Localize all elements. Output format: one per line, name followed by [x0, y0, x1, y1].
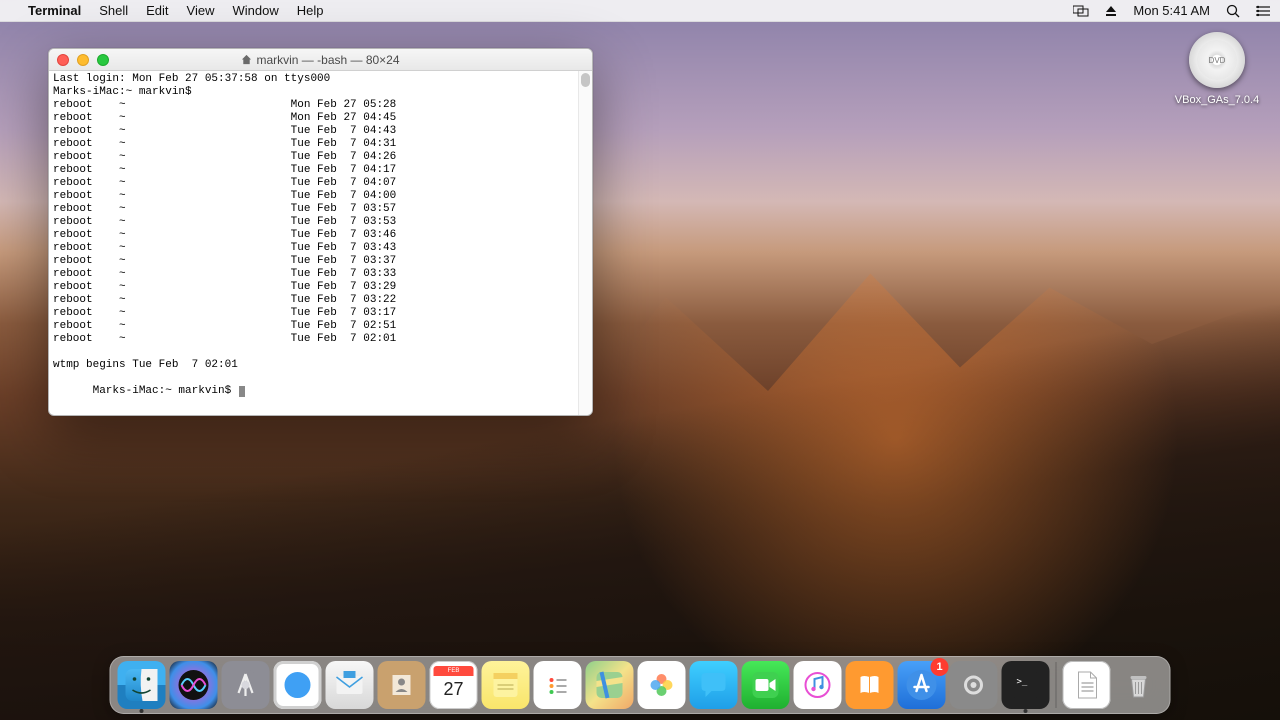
terminal-scrollbar[interactable] [578, 71, 592, 415]
home-icon [241, 54, 252, 65]
dock-terminal-icon[interactable]: >_ [1002, 661, 1050, 709]
dock-ibooks-icon[interactable] [846, 661, 894, 709]
dock-finder-icon[interactable] [118, 661, 166, 709]
notification-center-icon[interactable] [1256, 5, 1270, 17]
dock-siri-icon[interactable] [170, 661, 218, 709]
dock-mail-icon[interactable] [326, 661, 374, 709]
desktop-icon-label: VBox_GAs_7.0.4 [1172, 94, 1262, 106]
appstore-badge: 1 [931, 658, 949, 676]
dock-itunes-icon[interactable] [794, 661, 842, 709]
terminal-titlebar[interactable]: markvin — -bash — 80×24 [49, 49, 592, 71]
menu-view[interactable]: View [187, 3, 215, 18]
dock-trash-icon[interactable] [1115, 661, 1163, 709]
displays-icon[interactable] [1073, 5, 1089, 17]
dvd-disc-icon: DVD [1189, 32, 1245, 88]
dock-document-icon[interactable] [1063, 661, 1111, 709]
dock-reminders-icon[interactable] [534, 661, 582, 709]
dock-separator [1056, 662, 1057, 708]
menu-window[interactable]: Window [233, 3, 279, 18]
dock-facetime-icon[interactable] [742, 661, 790, 709]
desktop[interactable]: Terminal Shell Edit View Window Help Mon… [0, 0, 1280, 720]
dock-calendar-icon[interactable]: FEB 27 [430, 661, 478, 709]
dock-contacts-icon[interactable] [378, 661, 426, 709]
menubar: Terminal Shell Edit View Window Help Mon… [0, 0, 1280, 22]
dock-maps-icon[interactable] [586, 661, 634, 709]
dock-notes-icon[interactable] [482, 661, 530, 709]
calendar-day-label: 27 [430, 679, 478, 700]
terminal-window[interactable]: markvin — -bash — 80×24 Last login: Mon … [48, 48, 593, 416]
dock-appstore-icon[interactable]: 1 [898, 661, 946, 709]
dock-launchpad-icon[interactable] [222, 661, 270, 709]
dock-system-preferences-icon[interactable] [950, 661, 998, 709]
svg-text:>_: >_ [1017, 677, 1028, 687]
menubar-app-name[interactable]: Terminal [28, 3, 81, 18]
desktop-dvd-icon[interactable]: DVD VBox_GAs_7.0.4 [1172, 32, 1262, 106]
menu-shell[interactable]: Shell [99, 3, 128, 18]
dock-photos-icon[interactable] [638, 661, 686, 709]
menu-help[interactable]: Help [297, 3, 324, 18]
menu-edit[interactable]: Edit [146, 3, 168, 18]
terminal-cursor [239, 386, 245, 397]
terminal-title: markvin — -bash — 80×24 [49, 53, 592, 67]
scrollbar-thumb[interactable] [581, 73, 590, 87]
dock: FEB 27 1 >_ [110, 656, 1171, 714]
calendar-month-label: FEB [434, 666, 474, 676]
eject-icon[interactable] [1105, 5, 1117, 17]
terminal-output[interactable]: Last login: Mon Feb 27 05:37:58 on ttys0… [49, 71, 592, 415]
dock-messages-icon[interactable] [690, 661, 738, 709]
menubar-clock[interactable]: Mon 5:41 AM [1133, 3, 1210, 18]
dock-safari-icon[interactable] [274, 661, 322, 709]
spotlight-search-icon[interactable] [1226, 4, 1240, 18]
